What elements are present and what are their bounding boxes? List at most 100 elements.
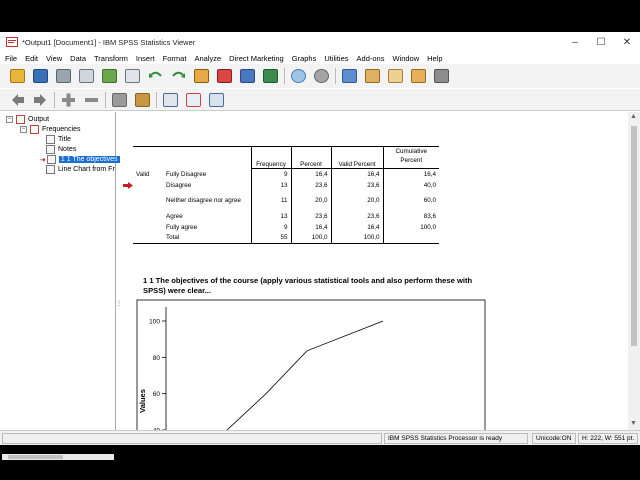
use-sets-icon[interactable] xyxy=(289,67,307,85)
tree-item-title[interactable]: Title xyxy=(46,135,71,144)
cell-frequency: 55 xyxy=(251,232,292,244)
table-icon xyxy=(46,155,56,164)
back-icon[interactable] xyxy=(8,91,26,109)
menu-data[interactable]: Data xyxy=(70,54,86,63)
spss-viewer-window: *Output1 [Document1] - IBM SPSS Statisti… xyxy=(0,32,640,460)
menu-analyze[interactable]: Analyze xyxy=(194,54,221,63)
menu-bar: File Edit View Data Transform Insert For… xyxy=(0,52,640,64)
collapse-icon[interactable] xyxy=(82,91,100,109)
tree-item-label: Line Chart from Fr xyxy=(58,166,115,173)
pivot-icon[interactable] xyxy=(409,67,427,85)
row-label: Fully agree xyxy=(163,221,252,233)
save-icon[interactable] xyxy=(31,67,49,85)
y-tick-label: 80 xyxy=(153,355,161,362)
forward-icon[interactable] xyxy=(31,91,49,109)
export-icon[interactable] xyxy=(100,67,118,85)
insert-heading-icon[interactable] xyxy=(161,91,179,109)
cell-percent: 23,6 xyxy=(291,179,332,191)
cell-percent: 16,4 xyxy=(291,221,332,233)
cell-cumulative xyxy=(383,232,439,244)
cell-cumulative: 60,0 xyxy=(423,197,436,204)
cell-cumulative: 16,4 xyxy=(423,170,436,178)
menu-window[interactable]: Window xyxy=(392,54,419,63)
open-icon[interactable] xyxy=(8,67,26,85)
menu-add-ons[interactable]: Add-ons xyxy=(357,54,385,63)
cell-cumulative: 100,0 xyxy=(420,223,436,231)
col-header-percent: Percent xyxy=(291,146,332,169)
chart-title: 1 1 The objectives of the course (apply … xyxy=(143,276,473,295)
goto-variable-icon[interactable] xyxy=(238,67,256,85)
maximize-button[interactable]: ☐ xyxy=(588,32,614,52)
show-icon[interactable] xyxy=(110,91,128,109)
menu-utilities[interactable]: Utilities xyxy=(324,54,348,63)
cell-valid-percent: 16,4 xyxy=(331,168,384,180)
undo-icon[interactable] xyxy=(146,67,164,85)
print-preview-icon[interactable] xyxy=(77,67,95,85)
cell-percent: 100,0 xyxy=(291,232,332,244)
menu-format[interactable]: Format xyxy=(163,54,187,63)
tree-item-label: Title xyxy=(58,136,71,143)
expand-icon[interactable] xyxy=(59,91,77,109)
close-button[interactable]: ✕ xyxy=(614,32,640,52)
show-all-variables-icon[interactable] xyxy=(312,67,330,85)
frequency-table[interactable]: Frequency Percent Valid Percent Cumulati… xyxy=(133,146,439,244)
window-title: *Output1 [Document1] - IBM SPSS Statisti… xyxy=(22,37,196,47)
tree-item-frequencies[interactable]: − Frequencies xyxy=(20,125,81,134)
tree-item-frequency-table[interactable]: ➜ 1 1 The objectives xyxy=(40,155,120,164)
cell-frequency: 11 xyxy=(251,190,292,211)
current-item-arrow-icon xyxy=(123,182,133,189)
line-chart[interactable]: Values 406080100 xyxy=(121,297,628,430)
menu-transform[interactable]: Transform xyxy=(94,54,128,63)
menu-graphs[interactable]: Graphs xyxy=(292,54,317,63)
collapse-node-icon[interactable]: − xyxy=(20,126,27,133)
navigation-toolbar xyxy=(0,89,640,111)
content-vertical-scrollbar[interactable]: ▲ ▼ xyxy=(628,112,640,430)
tree-item-line-chart[interactable]: Line Chart from Fr xyxy=(46,165,115,174)
tree-item-label: Notes xyxy=(58,146,77,153)
designate-window-icon[interactable] xyxy=(386,67,404,85)
col-header-cumulative-percent: Cumulative Percent xyxy=(383,146,439,169)
redo-icon[interactable] xyxy=(169,67,187,85)
scroll-up-icon[interactable]: ▲ xyxy=(630,113,637,120)
menu-help[interactable]: Help xyxy=(427,54,442,63)
scroll-down-icon[interactable]: ▼ xyxy=(630,420,637,427)
menu-insert[interactable]: Insert xyxy=(136,54,155,63)
cell-frequency: 9 xyxy=(251,168,292,180)
cell-valid-percent: 20,0 xyxy=(331,190,384,211)
stop-icon[interactable] xyxy=(432,67,450,85)
run-script-icon[interactable] xyxy=(363,67,381,85)
menu-direct-marketing[interactable]: Direct Marketing xyxy=(229,54,284,63)
goto-case-icon[interactable] xyxy=(215,67,233,85)
goto-data-icon[interactable] xyxy=(192,67,210,85)
cell-percent: 23,6 xyxy=(291,210,332,222)
output-book-icon xyxy=(16,115,25,124)
menu-edit[interactable]: Edit xyxy=(25,54,38,63)
chart-icon xyxy=(46,165,55,174)
outline-pane: − Output − Frequencies Title Notes ➜ 1 1… xyxy=(0,112,120,460)
recall-dialog-icon[interactable] xyxy=(123,67,141,85)
variables-icon[interactable] xyxy=(261,67,279,85)
unicode-status: Unicode:ON xyxy=(532,433,576,444)
scroll-thumb[interactable] xyxy=(631,126,637,346)
row-label: Disagree xyxy=(163,179,252,191)
insert-text-icon[interactable] xyxy=(207,91,225,109)
cell-valid-percent: 23,6 xyxy=(331,210,384,222)
pane-splitter-handle[interactable]: ⋮ xyxy=(116,300,122,307)
spelling-icon[interactable] xyxy=(340,67,358,85)
main-toolbar xyxy=(0,64,640,88)
tree-item-notes[interactable]: Notes xyxy=(46,145,76,154)
y-tick-label: 60 xyxy=(153,391,161,398)
collapse-node-icon[interactable]: − xyxy=(6,116,13,123)
hide-icon[interactable] xyxy=(133,91,151,109)
menu-view[interactable]: View xyxy=(46,54,62,63)
tree-item-output[interactable]: − Output xyxy=(6,115,49,124)
y-axis-label: Values xyxy=(138,389,147,413)
print-icon[interactable] xyxy=(54,67,72,85)
menu-file[interactable]: File xyxy=(5,54,17,63)
insert-title-icon[interactable] xyxy=(184,91,202,109)
minimize-button[interactable]: – xyxy=(562,32,588,52)
outline-horizontal-scrollbar[interactable] xyxy=(2,454,114,460)
cell-frequency: 13 xyxy=(251,179,292,191)
spss-app-icon xyxy=(6,37,18,47)
processor-status: IBM SPSS Statistics Processor is ready xyxy=(384,433,528,444)
